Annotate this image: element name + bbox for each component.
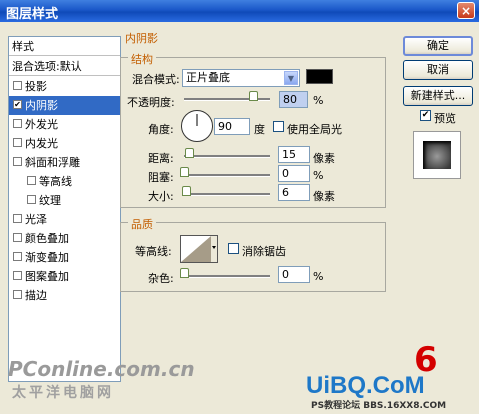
style-item[interactable]: 颜色叠加 xyxy=(9,229,120,248)
noise-label: 杂色: xyxy=(148,272,174,285)
choke-label: 阻塞: xyxy=(148,171,174,184)
style-item-checkbox[interactable] xyxy=(13,271,22,280)
style-item-checkbox[interactable] xyxy=(13,81,22,90)
style-item[interactable]: 斜面和浮雕 xyxy=(9,153,120,172)
angle-dial[interactable] xyxy=(181,110,213,142)
style-item[interactable]: 渐变叠加 xyxy=(9,248,120,267)
noise-slider-thumb[interactable] xyxy=(180,268,189,278)
anti-alias-label: 消除锯齿 xyxy=(242,245,286,258)
distance-slider-thumb[interactable] xyxy=(185,148,195,158)
style-item-label: 图案叠加 xyxy=(25,270,69,283)
global-light-checkbox[interactable] xyxy=(273,121,284,132)
contour-curve-icon xyxy=(181,236,217,262)
opacity-slider-thumb[interactable] xyxy=(248,91,258,101)
style-item-checkbox[interactable]: ✔ xyxy=(13,100,22,109)
size-field[interactable]: 6 xyxy=(278,184,310,201)
style-item-label: 等高线 xyxy=(39,175,72,188)
style-item[interactable]: 外发光 xyxy=(9,115,120,134)
style-item-label: 斜面和浮雕 xyxy=(25,156,80,169)
shadow-color-swatch[interactable] xyxy=(306,69,333,84)
distance-unit: 像素 xyxy=(313,152,335,165)
style-item-label: 投影 xyxy=(25,80,47,93)
inner-shadow-title: 内阴影 xyxy=(122,30,161,46)
close-button[interactable]: × xyxy=(457,2,475,19)
style-item-checkbox[interactable] xyxy=(13,252,22,261)
quality-title: 品质 xyxy=(128,216,156,232)
style-item-label: 描边 xyxy=(25,289,47,302)
global-light-label: 使用全局光 xyxy=(287,123,342,136)
style-item-label: 光泽 xyxy=(25,213,47,226)
pconline-watermark: PConline.com.cn xyxy=(8,357,195,381)
style-item-checkbox[interactable] xyxy=(13,290,22,299)
window-title: 图层样式 xyxy=(6,7,59,22)
preview-checkbox[interactable]: ✔ xyxy=(420,110,431,121)
style-item[interactable]: 描边 xyxy=(9,286,120,305)
style-item-checkbox[interactable] xyxy=(27,176,36,185)
title-bar: 图层样式 × xyxy=(0,0,479,22)
blend-mode-value: 正片叠底 xyxy=(186,71,230,84)
blend-mode-label: 混合模式: xyxy=(132,73,180,86)
style-item-label: 颜色叠加 xyxy=(25,232,69,245)
style-item[interactable]: ✔ 内阴影 xyxy=(9,96,120,115)
uibq-watermark: UiBQ.CoM xyxy=(306,372,425,399)
distance-field[interactable]: 15 xyxy=(278,146,310,163)
pconline-subtitle: 太平洋电脑网 xyxy=(12,385,114,401)
styles-list: 样式 混合选项:默认 投影 ✔ 内阴影 外发光 内发光 斜面和浮雕 等高线 纹理 光泽 颜色叠加渐… xyxy=(8,36,121,382)
ok-button[interactable]: 确定 xyxy=(403,36,473,56)
style-item-checkbox[interactable] xyxy=(27,195,36,204)
choke-slider[interactable] xyxy=(184,174,270,177)
style-item-checkbox[interactable] xyxy=(13,233,22,242)
forum-footer: PS教程论坛 BBS.16XX8.COM xyxy=(311,401,447,411)
styles-header: 样式 xyxy=(9,37,120,56)
size-label: 大小: xyxy=(148,190,174,203)
style-item-checkbox[interactable] xyxy=(13,119,22,128)
noise-unit: % xyxy=(313,270,324,283)
noise-slider[interactable] xyxy=(184,275,270,278)
style-item-label: 内发光 xyxy=(25,137,58,150)
style-item-checkbox[interactable] xyxy=(13,214,22,223)
blend-options-item[interactable]: 混合选项:默认 xyxy=(9,57,120,76)
size-slider[interactable] xyxy=(184,193,270,196)
style-item[interactable]: 内发光 xyxy=(9,134,120,153)
blend-mode-select[interactable]: 正片叠底 ▼ xyxy=(182,69,300,87)
choke-slider-thumb[interactable] xyxy=(180,167,189,177)
style-item-checkbox[interactable] xyxy=(13,157,22,166)
opacity-label: 不透明度: xyxy=(127,96,175,109)
cancel-button[interactable]: 取消 xyxy=(403,60,473,80)
chevron-down-icon: ▼ xyxy=(284,71,298,85)
opacity-unit: % xyxy=(313,94,324,107)
style-item-label: 纹理 xyxy=(39,194,61,207)
style-item-label: 外发光 xyxy=(25,118,58,131)
style-item[interactable]: 图案叠加 xyxy=(9,267,120,286)
choke-field[interactable]: 0 xyxy=(278,165,310,182)
style-item[interactable]: 投影 xyxy=(9,77,120,96)
angle-unit: 度 xyxy=(254,123,265,136)
distance-slider[interactable] xyxy=(184,155,270,158)
distance-label: 距离: xyxy=(148,152,174,165)
structure-title: 结构 xyxy=(128,51,156,67)
style-item-label: 渐变叠加 xyxy=(25,251,69,264)
anti-alias-checkbox[interactable] xyxy=(228,243,239,254)
choke-unit: % xyxy=(313,169,324,182)
preview-label: 预览 xyxy=(434,112,456,125)
style-item[interactable]: 等高线 xyxy=(9,172,120,191)
size-slider-thumb[interactable] xyxy=(182,186,192,196)
angle-label: 角度: xyxy=(148,123,174,136)
style-item[interactable]: 光泽 xyxy=(9,210,120,229)
style-item[interactable]: 纹理 xyxy=(9,191,120,210)
new-style-button[interactable]: 新建样式... xyxy=(403,86,473,106)
style-item-checkbox[interactable] xyxy=(13,138,22,147)
contour-picker[interactable] xyxy=(180,235,218,263)
opacity-field[interactable]: 80 xyxy=(279,91,308,108)
noise-field[interactable]: 0 xyxy=(278,266,310,283)
angle-indicator-icon xyxy=(196,114,198,126)
angle-field[interactable]: 90 xyxy=(214,118,250,135)
contour-label: 等高线: xyxy=(135,245,172,258)
size-unit: 像素 xyxy=(313,190,335,203)
style-item-label: 内阴影 xyxy=(25,99,58,112)
style-preview-thumbnail xyxy=(413,131,461,179)
